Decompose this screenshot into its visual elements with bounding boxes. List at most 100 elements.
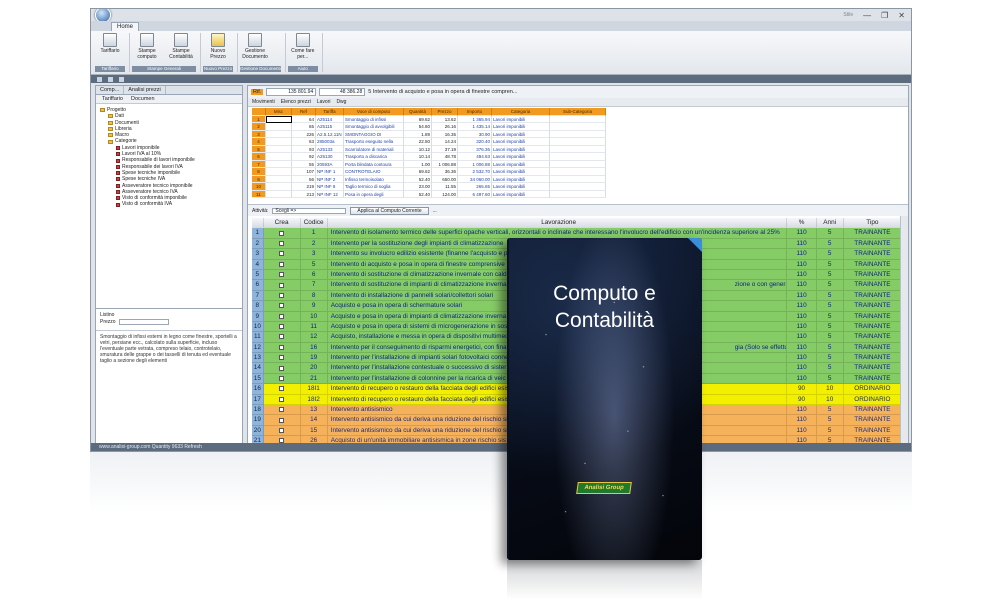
tab-analisi-prezzi[interactable]: Analisi prezzi: [124, 86, 166, 94]
computo-row[interactable]: 8 107 NP INF 1 CONTROTELAIO 69.62 36.36 2 532.…: [252, 168, 606, 176]
stampe-contabilita-button[interactable]: Stampe Contabilità: [166, 33, 196, 66]
status-bar: www.analisi-group.com Quantity 9633 Refr…: [91, 443, 911, 451]
header-codice[interactable]: Codice: [300, 218, 328, 229]
computo-row[interactable]: 7 55 20593A Porta blindata contoura 1.00 1 00…: [252, 160, 606, 168]
left-panel-subtabs: Tariffario Documen: [96, 95, 242, 104]
computo-header-cell[interactable]: Prezzo: [432, 108, 458, 116]
crea-checkbox[interactable]: [279, 396, 285, 402]
computo-cell: Taglio termico di soglia: [344, 183, 404, 191]
subtab-tariffario[interactable]: Tariffario: [102, 95, 123, 103]
qat-redo-icon[interactable]: [119, 76, 124, 82]
crea-checkbox[interactable]: [279, 230, 285, 236]
computo-header-cell[interactable]: Quantità: [404, 108, 432, 116]
computo-row[interactable]: 1 64 A25114 Smontaggio di infissi 69.62 13.62…: [252, 115, 606, 123]
crea-checkbox[interactable]: [279, 386, 285, 392]
nuovo-prezzo-button[interactable]: Nuovo Prezzo: [203, 33, 233, 66]
crea-checkbox[interactable]: [279, 261, 285, 267]
stampe-computo-button[interactable]: Stampe computo: [132, 33, 162, 66]
codice-cell: 21: [300, 373, 328, 385]
crea-checkbox[interactable]: [279, 334, 285, 340]
crea-checkbox[interactable]: [279, 292, 285, 298]
close-button[interactable]: ✕: [898, 11, 905, 20]
tab-lavori[interactable]: Lavori: [317, 98, 331, 106]
crea-checkbox[interactable]: [279, 282, 285, 288]
crea-checkbox[interactable]: [279, 240, 285, 246]
header-anni[interactable]: Anni: [816, 218, 844, 229]
vertical-scrollbar[interactable]: [900, 216, 908, 444]
computo-cell: 63: [292, 138, 316, 146]
header-tipo[interactable]: Tipo: [843, 218, 903, 229]
crea-checkbox[interactable]: [279, 303, 285, 309]
computo-header-cell[interactable]: Importo: [458, 108, 492, 116]
computo-row[interactable]: 5 93 A25133 Scarriolatore di materiali 10.12…: [252, 145, 606, 153]
style-menu[interactable]: Stile: [843, 12, 853, 18]
subtab-documenti[interactable]: Documen: [131, 95, 155, 103]
computo-header-cell[interactable]: [252, 108, 266, 116]
crea-checkbox[interactable]: [279, 365, 285, 371]
computo-header-cell[interactable]: Ref: [292, 108, 316, 116]
computo-row[interactable]: 10 219 NP INF 8 Taglio termico di soglia 23.…: [252, 183, 606, 191]
lavorazione-text: Acquisto e posa in opera di sistemi di m…: [330, 322, 510, 330]
crea-checkbox[interactable]: [279, 407, 285, 413]
crea-checkbox[interactable]: [279, 313, 285, 319]
codice-cell: 5: [300, 259, 328, 270]
header-lavorazione[interactable]: Lavorazione: [327, 218, 788, 229]
computo-cell: A2.5.12.11N: [316, 130, 344, 138]
more-button[interactable]: ...: [433, 208, 437, 214]
tab-elenco-prezzi[interactable]: Elenco prezzi: [281, 98, 311, 106]
crea-checkbox[interactable]: [279, 417, 285, 423]
total-field-2[interactable]: 48 386.28: [319, 88, 366, 96]
tipo-cell: TRAINANTE: [843, 332, 903, 343]
computo-header-cell[interactable]: Categoria: [492, 108, 550, 116]
computo-header-cell[interactable]: Misc: [266, 108, 292, 116]
qat-undo-icon[interactable]: [108, 76, 113, 82]
computo-row[interactable]: 3 226 A2.5.12.11N SMONTAGGIO DI 1.89 16.35 30.…: [252, 130, 606, 138]
tree-node[interactable]: Visto di conformità IVA: [100, 201, 238, 207]
tariffario-button[interactable]: Tariffario: [95, 33, 125, 66]
computo-row[interactable]: 4 63 285003a Trasporto eseguito nella 22.50 1…: [252, 138, 606, 146]
anni-cell: 5: [816, 290, 844, 302]
apply-to-computo-button[interactable]: Applica al Computo Corrente: [350, 206, 429, 215]
computo-cell: 36.36: [432, 168, 458, 176]
computo-row[interactable]: 6 92 A25130 Trasporto a discarica 10.14 48.78…: [252, 153, 606, 161]
computo-cell: [550, 175, 606, 183]
crea-checkbox[interactable]: [279, 355, 285, 361]
crea-checkbox[interactable]: [279, 251, 285, 257]
prezzo-select[interactable]: [118, 319, 169, 325]
activity-select[interactable]: Scegli =>: [272, 207, 347, 214]
crea-checkbox[interactable]: [279, 344, 285, 350]
percent-cell: 110: [787, 290, 817, 302]
category-icon: [116, 158, 120, 163]
tab-home[interactable]: Home: [111, 22, 140, 31]
come-fare-button[interactable]: Come fare per...: [288, 33, 318, 66]
gestione-documento-button[interactable]: Gestione Documento: [240, 33, 270, 66]
minimize-button[interactable]: —: [863, 11, 871, 20]
computo-header-cell[interactable]: Tariffa: [316, 108, 344, 116]
computo-row[interactable]: 9 56 NP INF 2 Infisso termoisolato 52.40 650.…: [252, 175, 606, 183]
header-percent[interactable]: %: [787, 218, 817, 229]
total-field-1[interactable]: 135 801.94: [266, 88, 317, 96]
restore-button[interactable]: ❐: [881, 11, 888, 20]
tab-computo[interactable]: Comp...: [96, 86, 125, 94]
header-crea[interactable]: Crea: [263, 218, 301, 229]
tab-movimenti[interactable]: Movimenti: [252, 98, 275, 106]
computo-header-cell[interactable]: Sub-Categoria: [550, 108, 606, 116]
computo-row[interactable]: 2 65 A25115 Smontaggio di avvolgibili 54.60 2…: [252, 123, 606, 131]
tipo-cell: TRAINANTE: [843, 342, 903, 354]
computo-cell: 69.62: [404, 168, 432, 176]
tipo-cell: TRAINANTE: [843, 363, 903, 374]
crea-checkbox[interactable]: [279, 324, 285, 330]
crea-checkbox[interactable]: [279, 428, 285, 433]
header-rownum: [252, 218, 264, 229]
computo-cell: [550, 160, 606, 168]
tipo-cell: TRAINANTE: [843, 425, 903, 437]
crea-checkbox[interactable]: [279, 272, 285, 278]
computo-row[interactable]: 11 213 NP INF 12 Posa in opera degli 52.40 12…: [252, 190, 606, 198]
computo-header-cell[interactable]: Voce di computo: [344, 108, 404, 116]
crea-checkbox[interactable]: [279, 376, 285, 382]
codice-cell: 16: [300, 342, 328, 354]
computo-cell: 6 497.60: [458, 190, 492, 198]
qat-save-icon[interactable]: [97, 76, 102, 82]
tab-dwg[interactable]: Dwg: [336, 98, 346, 106]
current-item-title: 5 Intervento di acquisto e posa in opera…: [368, 89, 518, 95]
